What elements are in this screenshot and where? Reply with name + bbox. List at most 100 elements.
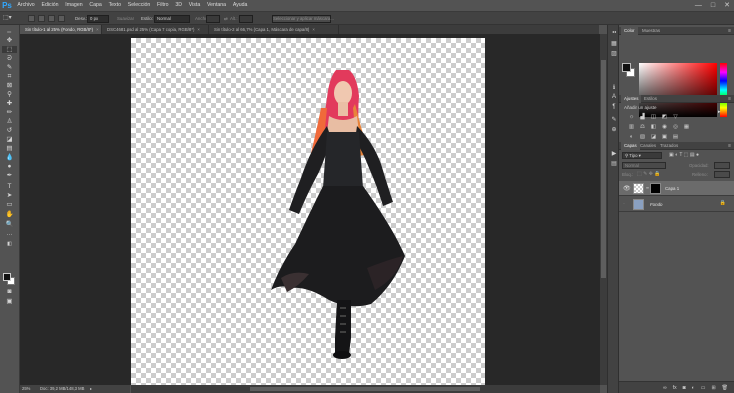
- menu-ayuda[interactable]: Ayuda: [229, 0, 250, 11]
- tab-trazados[interactable]: Trazados: [657, 142, 681, 150]
- minimize-button[interactable]: —: [695, 1, 702, 10]
- fill-input[interactable]: [714, 171, 730, 178]
- tab-color[interactable]: Color: [621, 27, 638, 35]
- zoom-tool-icon[interactable]: 🔍: [2, 221, 17, 228]
- history-panel-icon[interactable]: ▦: [610, 39, 618, 47]
- type-tool-icon[interactable]: T: [2, 183, 17, 190]
- link-layers-icon[interactable]: ∞: [663, 385, 667, 391]
- hue-pointer-icon[interactable]: ▸: [718, 109, 721, 115]
- brush-panel-icon[interactable]: ✎: [610, 115, 618, 123]
- close-button[interactable]: ✕: [724, 1, 730, 10]
- tab-ajustes[interactable]: Ajustes: [621, 95, 642, 103]
- visibility-eye-icon[interactable]: ·: [623, 201, 625, 207]
- menu-filtro[interactable]: Filtro: [154, 0, 172, 11]
- pen-tool-icon[interactable]: ✒: [2, 172, 17, 179]
- panel-menu-icon[interactable]: ≡: [728, 95, 731, 103]
- clone-stamp-tool-icon[interactable]: ♙: [2, 118, 17, 125]
- lasso-tool-icon[interactable]: ᘐ: [2, 55, 17, 62]
- color-lookup-adjustment-icon[interactable]: ▦: [682, 123, 691, 130]
- tab-muestras[interactable]: Muestras: [639, 27, 663, 35]
- black-white-adjustment-icon[interactable]: ◧: [649, 123, 658, 130]
- style-select[interactable]: Normal: [154, 14, 190, 23]
- levels-adjustment-icon[interactable]: ▟: [638, 113, 647, 120]
- brightness-adjustment-icon[interactable]: ☼: [627, 113, 636, 120]
- zoom-level[interactable]: 25%: [22, 385, 30, 393]
- menu-imagen[interactable]: Imagen: [62, 0, 86, 11]
- actions-panel-icon[interactable]: ▶: [610, 149, 618, 157]
- properties-panel-icon[interactable]: ▨: [610, 49, 618, 57]
- panel-foreground-swatch[interactable]: [622, 63, 631, 72]
- curves-adjustment-icon[interactable]: ◫: [649, 113, 658, 120]
- quick-mask-icon[interactable]: ◙: [2, 288, 17, 295]
- intersect-selection-icon[interactable]: [58, 15, 65, 22]
- rectangle-tool-icon[interactable]: ▭: [2, 201, 17, 208]
- tab-estilos[interactable]: Estilos: [641, 95, 660, 103]
- subtract-selection-icon[interactable]: [48, 15, 55, 22]
- quick-selection-tool-icon[interactable]: ✎: [2, 64, 17, 71]
- move-tool-icon[interactable]: ✥: [2, 37, 17, 44]
- layer-name[interactable]: Fondo: [650, 197, 662, 212]
- new-group-icon[interactable]: ▭: [701, 385, 706, 391]
- layer-row-capa-1[interactable]: 👁 ∞ Capa 1: [619, 181, 734, 196]
- crop-tool-icon[interactable]: ⌗: [2, 73, 17, 80]
- tab-canales[interactable]: Canales: [637, 142, 659, 150]
- screen-mode-icon[interactable]: ▣: [2, 298, 17, 305]
- lock-icons[interactable]: ⬚ ✎ ✥ 🔒: [637, 171, 661, 178]
- history-brush-tool-icon[interactable]: ↺: [2, 127, 17, 134]
- eraser-tool-icon[interactable]: ◪: [2, 136, 17, 143]
- layer-row-fondo[interactable]: · Fondo 🔒: [619, 197, 734, 212]
- layer-filter-icons[interactable]: ▣ ◐ T ⬚ ▤ ●: [669, 152, 699, 159]
- photo-filter-adjustment-icon[interactable]: ◉: [660, 123, 669, 130]
- blur-tool-icon[interactable]: 💧: [2, 154, 17, 161]
- layer-comps-panel-icon[interactable]: ▤: [610, 159, 618, 167]
- new-layer-icon[interactable]: ⊞: [711, 385, 715, 391]
- toolbar-collapse-icon[interactable]: ▸▸: [2, 28, 17, 35]
- invert-adjustment-icon[interactable]: ◐: [627, 133, 636, 140]
- opacity-input[interactable]: [714, 162, 730, 169]
- add-mask-icon[interactable]: ◙: [683, 385, 686, 391]
- layer-mask-thumbnail[interactable]: [650, 183, 661, 194]
- tab-sin-titulo-1[interactable]: Sin título-1 al 25% (Fondo, RGB/8*) ×: [20, 25, 102, 34]
- tab-close-icon[interactable]: ×: [96, 27, 99, 32]
- chain-link-icon[interactable]: ∞: [646, 185, 649, 190]
- menu-texto[interactable]: Texto: [105, 0, 124, 11]
- menu-vista[interactable]: Vista: [185, 0, 203, 11]
- panel-menu-icon[interactable]: ≡: [728, 142, 731, 150]
- menu-archivo[interactable]: Archivo: [14, 0, 38, 11]
- dock-collapse-icon[interactable]: ◂◂: [610, 27, 618, 35]
- brush-tool-icon[interactable]: ✏: [2, 109, 17, 116]
- antialias-checkbox-label[interactable]: Suavizar: [117, 15, 134, 22]
- healing-brush-tool-icon[interactable]: ✚: [2, 100, 17, 107]
- selective-color-adjustment-icon[interactable]: ▣: [660, 133, 669, 140]
- select-and-mask-button[interactable]: Seleccionar y aplicar máscara...: [272, 14, 334, 23]
- frame-tool-icon[interactable]: ⊠: [2, 82, 17, 89]
- width-input[interactable]: [206, 14, 220, 23]
- path-selection-tool-icon[interactable]: ➤: [2, 192, 17, 199]
- menu-3d[interactable]: 3D: [172, 0, 185, 11]
- menu-edicion[interactable]: Edición: [38, 0, 62, 11]
- horizontal-scroll-thumb[interactable]: [250, 387, 480, 391]
- color-balance-adjustment-icon[interactable]: ⚖: [638, 123, 647, 130]
- tab-close-icon[interactable]: ×: [197, 27, 200, 32]
- vibrance-adjustment-icon[interactable]: ▽: [671, 113, 680, 120]
- dodge-tool-icon[interactable]: ●: [2, 163, 17, 170]
- paragraph-panel-icon[interactable]: ¶: [610, 103, 618, 111]
- eyedropper-tool-icon[interactable]: ⚲: [2, 91, 17, 98]
- new-selection-icon[interactable]: [28, 15, 35, 22]
- clone-source-panel-icon[interactable]: ⊕: [610, 125, 618, 133]
- threshold-adjustment-icon[interactable]: ◪: [649, 133, 658, 140]
- gradient-tool-icon[interactable]: ▤: [2, 145, 17, 152]
- blend-mode-select[interactable]: Normal: [622, 162, 666, 169]
- menu-seleccion[interactable]: Selección: [124, 0, 153, 11]
- layer-filter-select[interactable]: ⚲ Tipo ▾: [622, 152, 662, 159]
- swap-icon[interactable]: ⇄: [224, 15, 228, 22]
- channel-mixer-adjustment-icon[interactable]: ◎: [671, 123, 680, 130]
- maximize-button[interactable]: □: [711, 1, 715, 10]
- height-input[interactable]: [239, 14, 253, 23]
- layer-style-icon[interactable]: fx: [673, 385, 677, 391]
- layer-name[interactable]: Capa 1: [665, 181, 679, 196]
- more-tools-icon[interactable]: ···: [2, 231, 17, 238]
- menu-ventana[interactable]: Ventana: [204, 0, 230, 11]
- new-adjustment-layer-icon[interactable]: ◐: [692, 385, 695, 391]
- panel-menu-icon[interactable]: ≡: [728, 27, 731, 35]
